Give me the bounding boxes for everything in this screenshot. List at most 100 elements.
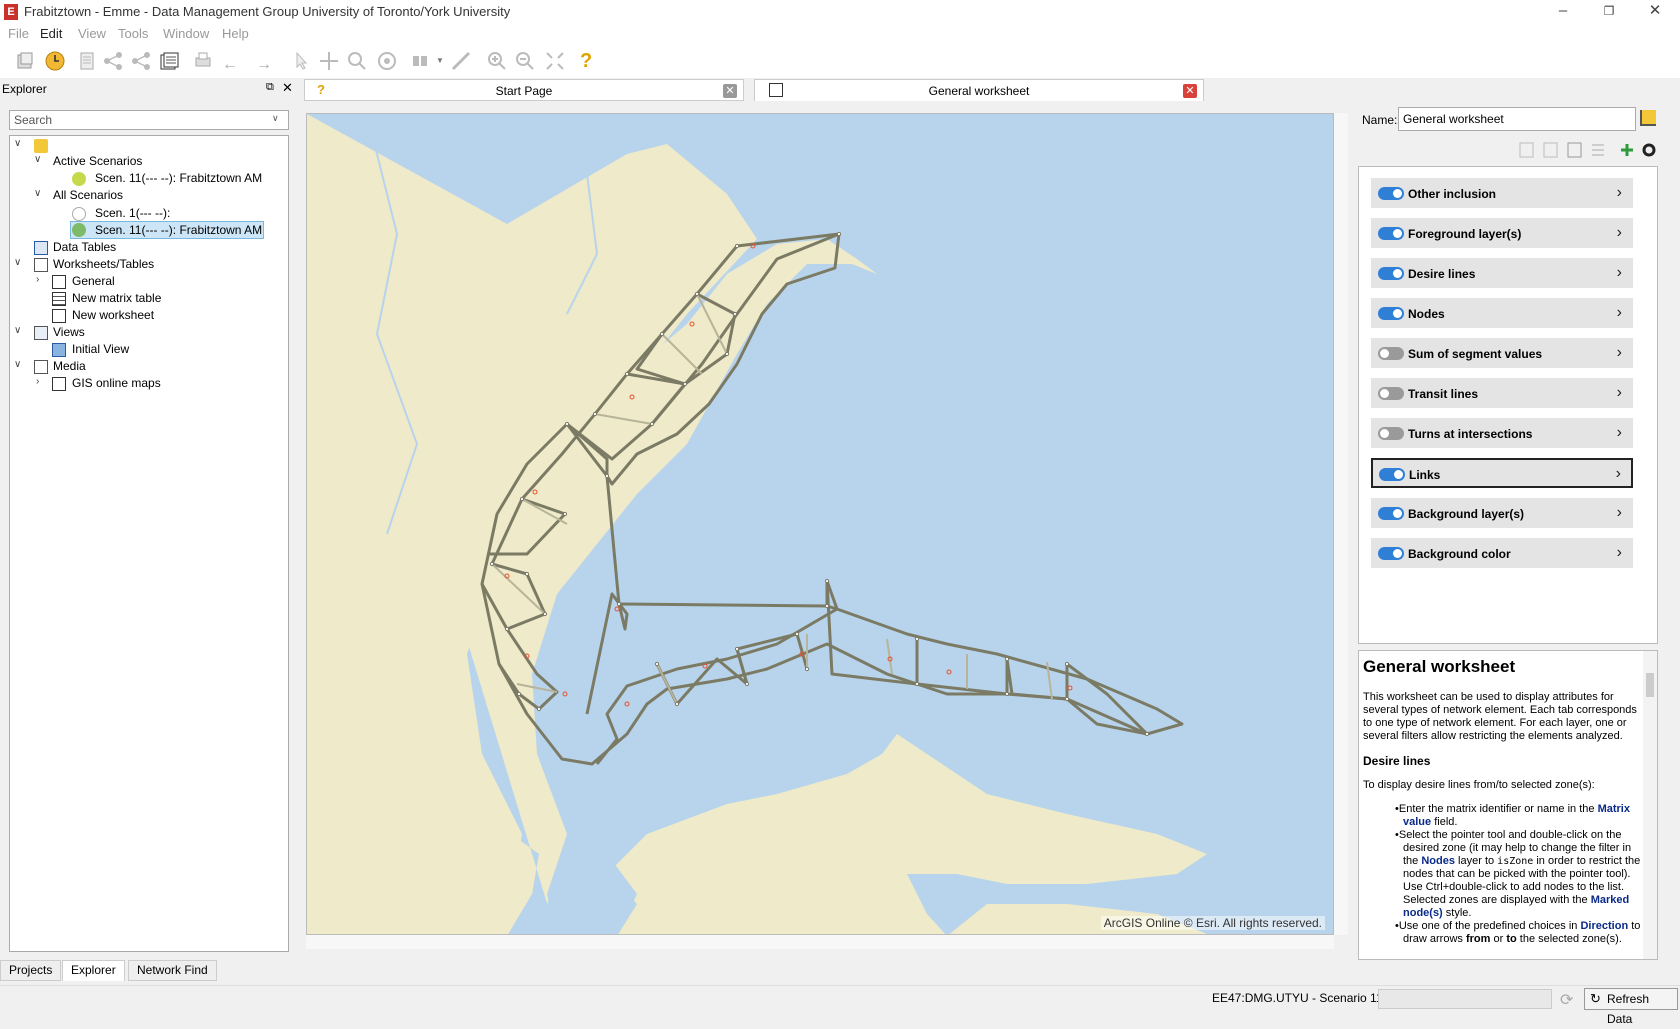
zoom-extent-icon[interactable] [544,50,566,72]
chevron-right-icon[interactable]: › [1617,224,1622,242]
back-arrow-icon[interactable]: ← [222,56,238,74]
layer-toggle[interactable] [1378,267,1404,280]
help-icon[interactable]: ? [580,50,592,73]
chevron-right-icon[interactable]: › [1617,424,1622,442]
tree-active-scenarios[interactable]: Active Scenarios [53,153,142,170]
tree-data-tables[interactable]: Data Tables [53,239,116,256]
layer-toggle[interactable] [1378,507,1404,520]
search-input[interactable]: Search [9,110,289,130]
tab-explorer[interactable]: Explorer [62,960,125,981]
layer-toggle[interactable] [1378,387,1404,400]
share-icon[interactable] [102,50,124,72]
sync-icon[interactable]: ⟳ [1560,990,1573,1010]
zoom-in-icon[interactable] [486,50,508,72]
tree-new-matrix-table[interactable]: New matrix table [72,290,161,307]
tree-general[interactable]: General [72,273,115,290]
expand-arrow-icon[interactable]: › [36,274,39,285]
tree-gis-online-maps[interactable]: GIS online maps [72,375,161,392]
menu-window[interactable]: Window [163,26,209,41]
tree-media[interactable]: Media [53,358,86,375]
chevron-right-icon[interactable]: › [1617,504,1622,522]
layer-toggle[interactable] [1378,347,1404,360]
new-project-icon[interactable] [14,50,36,72]
worksheets-icon[interactable] [158,50,180,72]
layer-row[interactable]: Sum of segment values › [1371,338,1633,368]
expand-arrow-icon[interactable]: › [36,376,39,387]
chevron-right-icon[interactable]: › [1616,465,1621,483]
float-panel-icon[interactable]: ⧉ [266,81,274,94]
tab-network-find[interactable]: Network Find [128,960,217,981]
help-scrollbar[interactable] [1643,651,1657,959]
collapse-arrow-icon[interactable]: ∨ [14,359,21,370]
settings-gear-icon[interactable] [1642,143,1656,157]
layer-row[interactable]: Background layer(s) › [1371,498,1633,528]
collapse-arrow-icon[interactable]: ∨ [14,257,21,268]
layer-row[interactable]: Foreground layer(s) › [1371,218,1633,248]
close-tab-icon[interactable]: ✕ [723,84,737,98]
close-window-button[interactable]: ✕ [1632,0,1678,24]
map-vertical-scrollbar[interactable] [1334,113,1348,935]
pointer-icon[interactable] [290,50,312,72]
chevron-right-icon[interactable]: › [1617,264,1622,282]
collapse-arrow-icon[interactable]: ∨ [14,138,21,149]
minimize-button[interactable]: – [1540,0,1586,24]
print-icon[interactable] [192,50,214,72]
select-tool-icon[interactable] [410,50,432,72]
layer-row[interactable]: Nodes › [1371,298,1633,328]
collapse-arrow-icon[interactable]: ∨ [14,325,21,336]
save-icon[interactable] [1519,142,1534,158]
tree-new-worksheet[interactable]: New worksheet [72,307,154,324]
refresh-data-button[interactable]: ↻ Refresh Data [1584,988,1678,1026]
sort-icon[interactable] [1592,144,1604,156]
dropdown-arrow-icon[interactable]: ▼ [436,56,444,65]
tree-scenario-11[interactable]: Scen. 11(--- --): Frabitztown AM [95,222,262,239]
add-icon[interactable] [1621,144,1633,156]
tab-projects[interactable]: Projects [0,960,62,981]
forward-arrow-icon[interactable]: → [256,56,272,74]
layer-row[interactable]: Turns at intersections › [1371,418,1633,448]
tree-initial-view[interactable]: Initial View [72,341,129,358]
search-dropdown-icon[interactable]: ∨ [272,113,279,124]
layer-toggle[interactable] [1378,547,1404,560]
layer-row[interactable]: Links › [1371,458,1633,488]
pan-icon[interactable] [318,50,340,72]
tree-scenario-1[interactable]: Scen. 1(--- --): [95,205,170,222]
zoom-icon[interactable] [346,50,368,72]
menu-tools[interactable]: Tools [118,26,148,41]
chevron-right-icon[interactable]: › [1617,304,1622,322]
menu-view[interactable]: View [78,26,106,41]
close-panel-icon[interactable]: ✕ [282,80,293,96]
tab-general-worksheet[interactable]: General worksheet ✕ [754,79,1204,101]
map-horizontal-scrollbar[interactable] [306,935,1334,949]
chevron-right-icon[interactable]: › [1617,544,1622,562]
document-icon[interactable] [76,50,98,72]
layer-row[interactable]: Transit lines › [1371,378,1633,408]
collapse-arrow-icon[interactable]: ∨ [34,188,41,199]
open-icon[interactable] [1567,142,1582,158]
menu-edit[interactable]: Edit [40,26,62,41]
chevron-right-icon[interactable]: › [1617,384,1622,402]
close-tab-icon[interactable]: ✕ [1183,84,1197,98]
measure-icon[interactable] [450,50,472,72]
menu-help[interactable]: Help [222,26,249,41]
layer-toggle[interactable] [1378,187,1404,200]
menu-file[interactable]: File [8,26,29,41]
tree-all-scenarios[interactable]: All Scenarios [53,187,123,204]
save-as-icon[interactable] [1543,142,1558,158]
tree-views[interactable]: Views [53,324,85,341]
layer-row[interactable]: Other inclusion › [1371,178,1633,208]
zoom-out-icon[interactable] [514,50,536,72]
layer-toggle[interactable] [1378,227,1404,240]
tree-active-scenario-item[interactable]: Scen. 11(--- --): Frabitztown AM [95,170,262,187]
layer-toggle[interactable] [1379,468,1405,481]
scrollbar-thumb[interactable] [1646,673,1654,697]
layer-toggle[interactable] [1378,427,1404,440]
zoom-area-icon[interactable] [376,50,398,72]
worksheet-name-input[interactable]: General worksheet [1398,107,1636,131]
layer-row[interactable]: Desire lines › [1371,258,1633,288]
map-view[interactable]: ArcGIS Online © Esri. All rights reserve… [306,113,1334,935]
layer-row[interactable]: Background color › [1371,538,1633,568]
clock-icon[interactable] [44,50,66,72]
restore-button[interactable]: ❐ [1586,0,1632,24]
collapse-arrow-icon[interactable]: ∨ [34,154,41,165]
